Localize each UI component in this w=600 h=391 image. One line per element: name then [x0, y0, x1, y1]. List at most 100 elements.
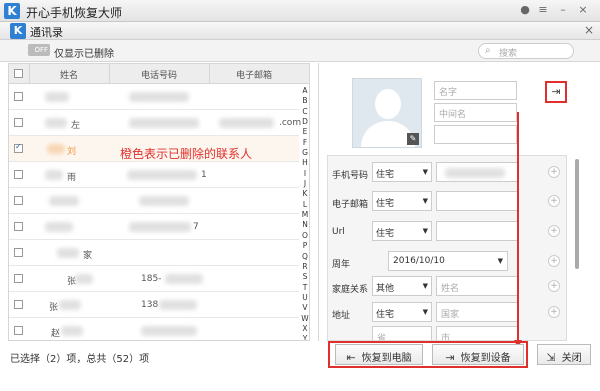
- alpha-letter[interactable]: W: [299, 314, 309, 324]
- row-checkbox[interactable]: [14, 196, 23, 205]
- export-contact-button[interactable]: ⇥: [545, 81, 567, 103]
- table-row[interactable]: 张 185-: [9, 266, 299, 292]
- search-input[interactable]: ⌕ 搜索: [478, 43, 574, 59]
- detail-scrollbar[interactable]: [575, 159, 579, 269]
- email-label: 电子邮箱: [332, 200, 369, 210]
- restore-to-pc-button[interactable]: ⇤ 恢复到电脑: [335, 344, 423, 365]
- row-checkbox[interactable]: [14, 222, 23, 231]
- middle-name-field[interactable]: 中间名: [434, 103, 517, 122]
- row-checkbox[interactable]: [14, 92, 23, 101]
- app-logo: K: [4, 3, 20, 19]
- alpha-letter[interactable]: A: [299, 86, 309, 96]
- row-checkbox[interactable]: [14, 118, 23, 127]
- table-row[interactable]: 7: [9, 214, 299, 240]
- alpha-letter[interactable]: H: [299, 158, 309, 168]
- alpha-letter[interactable]: N: [299, 220, 309, 230]
- alpha-letter[interactable]: U: [299, 293, 309, 303]
- header-email[interactable]: 电子邮箱: [209, 68, 299, 81]
- alpha-letter[interactable]: F: [299, 138, 309, 148]
- edit-avatar-icon[interactable]: ✎: [407, 133, 419, 145]
- alpha-letter[interactable]: P: [299, 241, 309, 251]
- row-checkbox[interactable]: [14, 274, 23, 283]
- row-checkbox[interactable]: [14, 300, 23, 309]
- alpha-letter[interactable]: T: [299, 283, 309, 293]
- header-name[interactable]: 姓名: [29, 68, 109, 81]
- alpha-letter[interactable]: Q: [299, 252, 309, 262]
- table-row[interactable]: 左 .com: [9, 110, 302, 136]
- last-name-field[interactable]: [434, 125, 517, 144]
- add-address-icon[interactable]: +: [548, 306, 560, 318]
- export-pc-icon: ⇤: [346, 351, 356, 364]
- add-phone-icon[interactable]: +: [548, 166, 560, 178]
- alpha-letter[interactable]: R: [299, 262, 309, 272]
- row-checkbox[interactable]: [14, 142, 23, 153]
- deleted-annotation: 橙色表示已删除的联系人: [120, 147, 253, 161]
- table-row[interactable]: [9, 84, 299, 110]
- url-type-select[interactable]: 住宅 ▼: [372, 221, 432, 241]
- deleted-only-toggle[interactable]: OFF: [28, 44, 50, 56]
- email-input[interactable]: [436, 191, 518, 211]
- close-button[interactable]: ⇲ 关闭: [537, 344, 591, 365]
- contact-name: 雨: [67, 173, 77, 183]
- phone-input[interactable]: [436, 162, 518, 182]
- alpha-letter[interactable]: S: [299, 272, 309, 282]
- restore-to-device-button[interactable]: ⇥ 恢复到设备: [432, 344, 524, 365]
- table-row[interactable]: 雨 1: [9, 162, 299, 188]
- table-row[interactable]: 赵: [9, 318, 299, 340]
- row-checkbox[interactable]: [14, 170, 23, 179]
- alphabet-index[interactable]: A B C D E F G H I J K L M N O P Q R S T …: [299, 86, 309, 340]
- anniversary-input[interactable]: 2016/10/10 ▼: [388, 251, 508, 271]
- contact-email: .com: [279, 118, 302, 128]
- relation-name-input[interactable]: 姓名: [436, 276, 518, 296]
- row-checkbox[interactable]: [14, 326, 23, 335]
- alpha-letter[interactable]: K: [299, 189, 309, 199]
- search-placeholder: 搜索: [499, 49, 518, 59]
- alpha-letter[interactable]: D: [299, 117, 309, 127]
- city-input[interactable]: 市: [436, 326, 518, 340]
- contact-name: 左: [71, 121, 81, 131]
- alpha-letter[interactable]: E: [299, 127, 309, 137]
- minimize-icon[interactable]: –: [556, 3, 570, 17]
- contact-name: 家: [83, 251, 93, 261]
- alpha-letter[interactable]: G: [299, 148, 309, 158]
- email-type-select[interactable]: 住宅 ▼: [372, 191, 432, 211]
- wechat-icon[interactable]: ●: [518, 3, 532, 17]
- anniversary-label: 周年: [332, 260, 351, 270]
- alpha-letter[interactable]: M: [299, 210, 309, 220]
- country-input[interactable]: 国家: [436, 302, 518, 322]
- phone-type-select[interactable]: 住宅 ▼: [372, 162, 432, 182]
- url-input[interactable]: [436, 221, 518, 241]
- alpha-letter[interactable]: L: [299, 200, 309, 210]
- table-row[interactable]: 家: [9, 240, 299, 266]
- contact-phone: 185-: [141, 274, 162, 284]
- alpha-letter[interactable]: C: [299, 107, 309, 117]
- add-anniversary-icon[interactable]: +: [548, 255, 560, 267]
- row-checkbox[interactable]: [14, 248, 23, 257]
- alpha-letter[interactable]: J: [299, 179, 309, 189]
- add-url-icon[interactable]: +: [548, 225, 560, 237]
- add-relation-icon[interactable]: +: [548, 280, 560, 292]
- filter-bar: OFF 仅显示已删除 ⌕ 搜索: [0, 40, 600, 62]
- selection-status: 已选择（2）项，总共（52）项: [10, 354, 150, 365]
- header-phone[interactable]: 电话号码: [109, 68, 209, 81]
- address-type-select[interactable]: 住宅 ▼: [372, 302, 432, 322]
- select-all-checkbox[interactable]: [14, 69, 23, 78]
- alpha-letter[interactable]: O: [299, 231, 309, 241]
- annotation-arrow: [517, 112, 519, 340]
- relation-type-select[interactable]: 其他 ▼: [372, 276, 432, 296]
- panel-logo: K: [10, 23, 26, 39]
- table-row[interactable]: 张 138: [9, 292, 299, 318]
- first-name-field[interactable]: 名字: [434, 81, 517, 100]
- alpha-letter[interactable]: B: [299, 96, 309, 106]
- panel-close-icon[interactable]: ×: [584, 23, 594, 37]
- alpha-letter[interactable]: Y: [299, 334, 309, 340]
- alpha-letter[interactable]: I: [299, 169, 309, 179]
- table-row[interactable]: [9, 188, 299, 214]
- province-input[interactable]: 省: [372, 326, 432, 340]
- add-email-icon[interactable]: +: [548, 195, 560, 207]
- menu-icon[interactable]: ≡: [536, 3, 550, 17]
- alpha-letter[interactable]: V: [299, 303, 309, 313]
- contact-name: 张: [49, 303, 59, 313]
- alpha-letter[interactable]: X: [299, 324, 309, 334]
- close-window-icon[interactable]: ×: [576, 3, 590, 17]
